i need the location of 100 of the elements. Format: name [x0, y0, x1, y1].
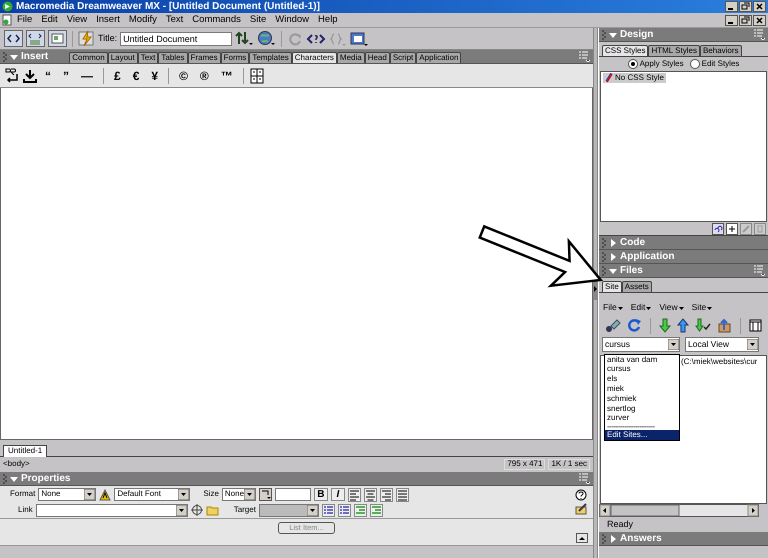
grip-icon[interactable] — [602, 266, 606, 276]
dropdown-option[interactable]: zurver — [605, 413, 679, 424]
menu-item[interactable]: Edit — [37, 14, 62, 26]
restore-icon[interactable] — [739, 14, 752, 26]
expand-icon[interactable] — [576, 533, 588, 543]
font-select[interactable]: Default Font — [114, 488, 190, 501]
split-view-icon[interactable] — [26, 30, 45, 47]
menu-item[interactable]: View — [62, 14, 92, 26]
dropdown-arrow-icon[interactable] — [668, 338, 679, 350]
font-warning-icon[interactable] — [99, 488, 112, 500]
put-arrow-icon[interactable] — [677, 318, 689, 334]
unordered-list-icon[interactable] — [322, 504, 335, 516]
menu-item[interactable]: Help — [314, 14, 342, 26]
character-button[interactable]: “ — [41, 70, 55, 82]
minimize-icon[interactable] — [725, 1, 738, 12]
panel-tab[interactable]: Frames — [188, 52, 221, 63]
link-field[interactable] — [36, 504, 188, 516]
dropdown-arrow-icon[interactable] — [244, 489, 256, 500]
dropdown-option[interactable]: schmiek — [605, 394, 679, 404]
panel-header[interactable]: Properties — [0, 472, 594, 486]
panel-tab[interactable]: Common — [69, 52, 108, 63]
panel-menu[interactable]: Edit — [630, 303, 652, 313]
panel-tab[interactable]: HTML Styles — [648, 45, 700, 56]
panel-header[interactable]: Code — [599, 236, 768, 250]
expand-panel-icon[interactable] — [749, 318, 762, 334]
dropdown-arrow-icon[interactable] — [176, 504, 187, 516]
panel-tab[interactable]: Layout — [108, 52, 138, 63]
close-icon[interactable] — [753, 14, 766, 26]
dropdown-arrow-icon[interactable] — [178, 489, 190, 500]
triangle-icon[interactable] — [609, 238, 617, 247]
options-icon[interactable] — [754, 265, 765, 276]
panel-header[interactable]: Insert Common Layout Text Tables Frames Forms Templates Characters Media Head Script Application — [0, 50, 594, 64]
globe-icon[interactable] — [257, 30, 276, 47]
options-icon[interactable] — [579, 473, 590, 484]
panel-tab[interactable]: CSS Styles — [602, 45, 648, 56]
character-button[interactable]: — — [77, 70, 97, 82]
ordered-list-icon[interactable] — [338, 504, 351, 516]
table-icon[interactable] — [250, 68, 264, 84]
file-transfer-icon[interactable] — [235, 30, 254, 47]
menu-item[interactable]: Commands — [188, 14, 245, 26]
character-button[interactable]: © — [175, 70, 192, 82]
panel-menu[interactable]: View — [659, 303, 684, 313]
dropdown-option[interactable]: cursus — [605, 364, 679, 374]
panel-tab[interactable]: Script — [390, 52, 416, 63]
view-options-icon[interactable] — [349, 30, 368, 46]
check-in-icon[interactable] — [717, 318, 732, 334]
target-select[interactable] — [258, 504, 319, 516]
site-select[interactable]: cursus — [602, 336, 680, 352]
window-size[interactable]: 795 x 471 — [504, 459, 546, 470]
panel-header[interactable]: Design — [599, 28, 768, 42]
quick-tag-editor-icon[interactable] — [575, 503, 588, 515]
triangle-icon[interactable] — [609, 30, 617, 38]
align-right-icon[interactable] — [380, 488, 393, 502]
grip-icon[interactable] — [3, 474, 7, 484]
lightning-icon[interactable] — [78, 30, 95, 47]
dropdown-option[interactable]: snertlog — [605, 404, 679, 414]
design-view-icon[interactable] — [48, 30, 67, 47]
connect-icon[interactable] — [605, 318, 621, 334]
restore-icon[interactable] — [739, 1, 752, 12]
check-out-icon[interactable] — [695, 318, 711, 334]
panel-tab[interactable]: Application — [416, 52, 462, 63]
character-button[interactable]: ¥ — [147, 70, 162, 82]
get-arrow-icon[interactable] — [659, 318, 671, 334]
menu-item[interactable]: Insert — [92, 14, 124, 26]
panel-tab[interactable]: Forms — [220, 52, 250, 63]
grip-icon[interactable] — [3, 52, 7, 62]
panel-tab[interactable]: Site — [602, 281, 622, 292]
character-button[interactable]: ® — [196, 70, 213, 82]
refresh-icon[interactable] — [627, 318, 642, 334]
dropdown-arrow-icon[interactable] — [747, 338, 758, 350]
document-tab[interactable]: Untitled-1 — [3, 445, 48, 457]
grip-icon[interactable] — [602, 238, 606, 248]
download-icon[interactable] — [23, 68, 37, 82]
size-select[interactable]: None — [222, 488, 256, 501]
bold-button[interactable]: B — [314, 488, 328, 501]
view-select[interactable]: Local View — [685, 336, 759, 352]
minimize-icon[interactable] — [725, 14, 738, 26]
style-item[interactable]: No CSS Style — [603, 73, 666, 83]
help-icon[interactable] — [575, 489, 588, 501]
outdent-icon[interactable] — [354, 504, 367, 516]
panel-tab[interactable]: Behaviors — [700, 45, 742, 56]
dropdown-option[interactable]: anita van dam — [605, 354, 679, 364]
triangle-icon[interactable] — [609, 534, 617, 542]
panel-tab[interactable]: Characters — [292, 52, 337, 63]
indent-icon[interactable] — [370, 504, 383, 516]
panel-menu[interactable]: File — [603, 303, 623, 313]
options-icon[interactable] — [754, 29, 765, 40]
code-view-icon[interactable] — [4, 30, 23, 47]
panel-tab[interactable]: Media — [336, 52, 365, 63]
grip-icon[interactable] — [602, 30, 606, 40]
title-input[interactable]: Untitled Document — [120, 32, 232, 46]
point-to-file-icon[interactable] — [190, 504, 203, 516]
panel-tab[interactable]: Assets — [622, 281, 652, 292]
align-center-icon[interactable] — [364, 488, 377, 502]
grip-icon[interactable] — [602, 252, 606, 262]
justify-icon[interactable] — [396, 488, 409, 502]
menu-item[interactable]: Modify — [124, 14, 161, 26]
attach-stylesheet-icon[interactable] — [712, 222, 724, 235]
triangle-icon[interactable] — [10, 52, 18, 60]
panel-header[interactable]: Application — [599, 250, 768, 264]
